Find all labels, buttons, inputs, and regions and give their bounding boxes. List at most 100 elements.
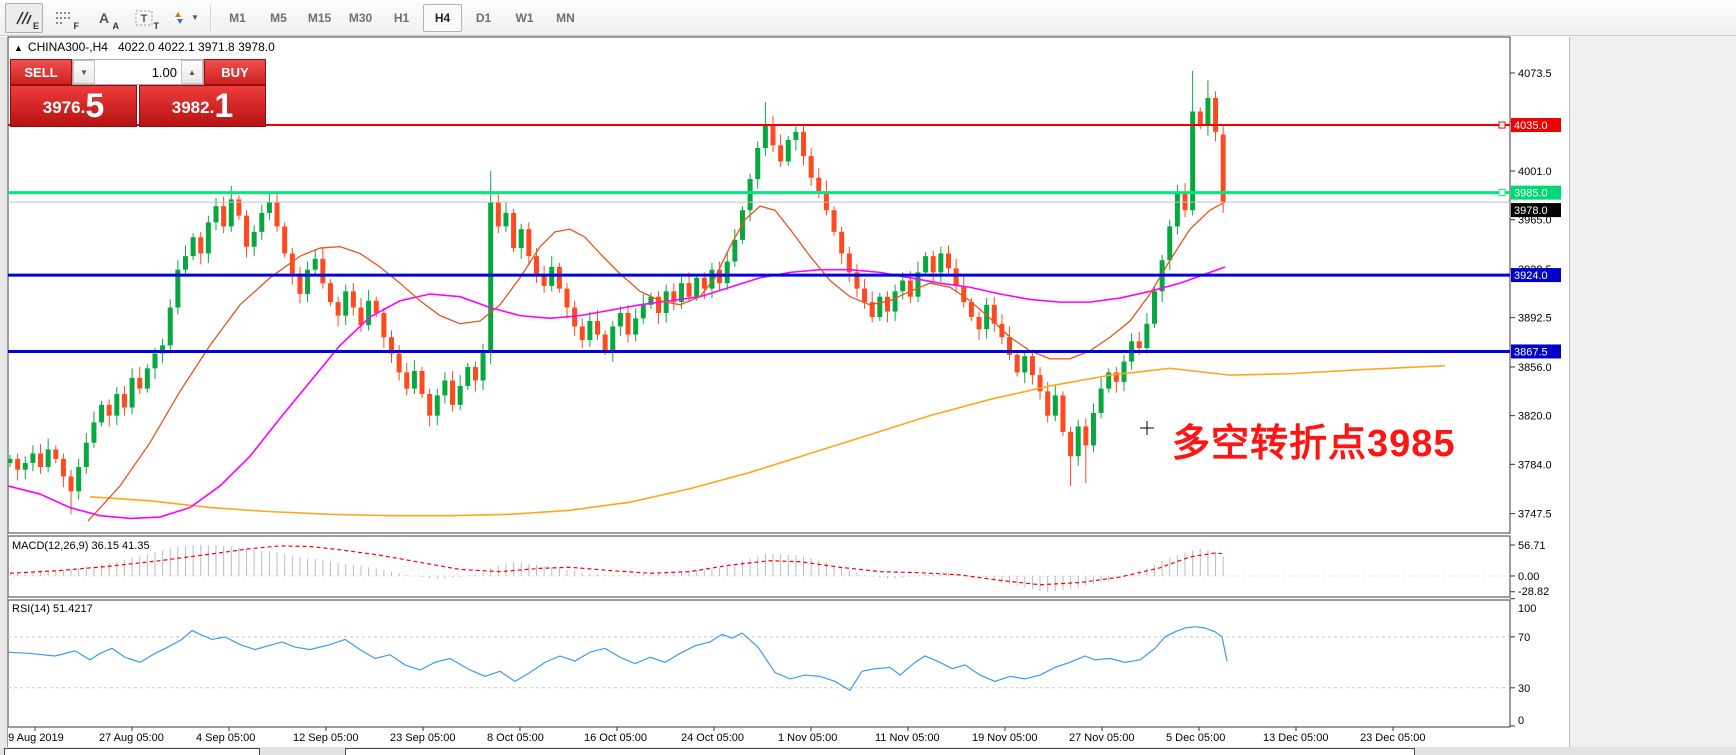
volume-stepper: ▼ ▲ bbox=[72, 59, 204, 85]
candle bbox=[53, 449, 59, 459]
ask-price-button[interactable]: 3982. 1 bbox=[139, 85, 266, 127]
candle bbox=[541, 275, 547, 286]
bid-price-small: 3976. bbox=[42, 98, 86, 117]
chart-title-bar: ▲ CHINA300-,H4 4022.0 4022.1 3971.8 3978.0 bbox=[14, 40, 275, 54]
candle bbox=[45, 449, 51, 468]
candle bbox=[7, 458, 13, 463]
candle bbox=[1152, 291, 1157, 324]
candle bbox=[198, 237, 204, 254]
candle bbox=[83, 442, 89, 468]
sort-arrows-icon[interactable]: ▼ bbox=[165, 3, 203, 33]
grid-f-icon[interactable]: F bbox=[45, 3, 83, 33]
candle bbox=[144, 368, 150, 389]
candle bbox=[961, 285, 967, 303]
candle bbox=[99, 404, 105, 423]
candle bbox=[778, 145, 784, 162]
candle bbox=[427, 394, 433, 416]
candle bbox=[190, 237, 196, 257]
svg-text:3978.0: 3978.0 bbox=[1514, 205, 1548, 217]
rsi-panel[interactable] bbox=[7, 599, 1511, 728]
ask-price-small: 3982. bbox=[171, 98, 215, 117]
svg-text:5 Dec 05:00: 5 Dec 05:00 bbox=[1166, 732, 1225, 744]
candle bbox=[1213, 98, 1219, 132]
candle bbox=[1121, 361, 1127, 382]
object-toolbar: E F A A T T ▼ bbox=[4, 2, 204, 33]
candle bbox=[472, 367, 478, 381]
candle bbox=[465, 367, 471, 386]
docked-panel-edge bbox=[4, 748, 260, 755]
candle bbox=[1197, 111, 1203, 126]
candle bbox=[381, 312, 387, 338]
volume-decrease-button[interactable]: ▼ bbox=[73, 60, 95, 84]
candle bbox=[121, 394, 127, 408]
svg-text:4001.0: 4001.0 bbox=[1518, 166, 1552, 178]
collapse-triangle-icon[interactable]: ▲ bbox=[14, 43, 23, 53]
volume-increase-button[interactable]: ▲ bbox=[181, 60, 203, 84]
candle bbox=[1075, 426, 1081, 457]
candle bbox=[182, 256, 188, 270]
timeframe-button-h1[interactable]: H1 bbox=[382, 4, 421, 32]
candle bbox=[755, 148, 761, 180]
svg-text:12 Sep 05:00: 12 Sep 05:00 bbox=[293, 732, 358, 744]
candle bbox=[1029, 356, 1035, 376]
window-left-frame bbox=[0, 37, 8, 755]
line-handle[interactable] bbox=[1498, 189, 1506, 197]
top-toolbar: E F A A T T ▼ M1 M5 M15 M30 H1 H4 D1 W1 MN bbox=[0, 0, 1736, 36]
line-handle[interactable] bbox=[1498, 121, 1506, 129]
timeframe-button-h4[interactable]: H4 bbox=[423, 3, 462, 32]
svg-text:19 Nov 05:00: 19 Nov 05:00 bbox=[972, 732, 1037, 744]
candle bbox=[205, 222, 211, 254]
candle bbox=[221, 206, 227, 227]
svg-text:56.71: 56.71 bbox=[1518, 540, 1546, 552]
candle bbox=[297, 273, 303, 295]
svg-text:0.00: 0.00 bbox=[1518, 571, 1539, 583]
candle bbox=[808, 156, 814, 178]
candle bbox=[732, 239, 738, 262]
svg-text:3784.0: 3784.0 bbox=[1518, 459, 1552, 471]
candle bbox=[503, 212, 509, 227]
sell-button[interactable]: SELL bbox=[10, 59, 72, 85]
timeframe-button-d1[interactable]: D1 bbox=[464, 4, 503, 32]
svg-text:3924.0: 3924.0 bbox=[1514, 270, 1548, 282]
timeframe-toolbar: M1 M5 M15 M30 H1 H4 D1 W1 MN bbox=[217, 3, 586, 32]
candle bbox=[76, 467, 82, 492]
chart-text-annotation[interactable]: 多空转折点3985 bbox=[1172, 412, 1456, 467]
buy-button[interactable]: BUY bbox=[204, 59, 266, 85]
timeframe-button-m1[interactable]: M1 bbox=[218, 4, 257, 32]
timeframe-button-w1[interactable]: W1 bbox=[505, 4, 544, 32]
svg-text:27 Nov 05:00: 27 Nov 05:00 bbox=[1069, 732, 1134, 744]
candle bbox=[450, 380, 456, 405]
candle bbox=[373, 300, 379, 313]
candle bbox=[556, 266, 562, 289]
svg-text:4073.5: 4073.5 bbox=[1518, 68, 1552, 80]
candle bbox=[343, 291, 349, 316]
candle bbox=[1014, 354, 1020, 373]
timeframe-button-m15[interactable]: M15 bbox=[300, 4, 339, 32]
icon-letter: A bbox=[112, 20, 120, 31]
candle bbox=[274, 202, 280, 227]
candle bbox=[350, 291, 356, 308]
macd-panel[interactable] bbox=[7, 535, 1511, 598]
timeframe-button-m30[interactable]: M30 bbox=[341, 4, 380, 32]
bid-price-button[interactable]: 3976. 5 bbox=[10, 85, 137, 127]
timeframe-button-m5[interactable]: M5 bbox=[259, 4, 298, 32]
candle bbox=[1022, 356, 1028, 373]
chart-pen-e-icon[interactable]: E bbox=[5, 2, 43, 33]
candle bbox=[579, 326, 585, 340]
candle bbox=[305, 269, 311, 295]
symbol-label: CHINA300-,H4 bbox=[27, 40, 108, 54]
letter-a-icon[interactable]: AA bbox=[85, 3, 123, 33]
svg-text:11 Nov 05:00: 11 Nov 05:00 bbox=[875, 732, 940, 744]
candle bbox=[610, 326, 616, 351]
svg-text:0: 0 bbox=[1518, 715, 1524, 727]
workspace-gap bbox=[1569, 37, 1736, 755]
candle bbox=[602, 334, 608, 351]
candle bbox=[884, 296, 890, 312]
candle bbox=[266, 202, 272, 213]
volume-input[interactable] bbox=[95, 63, 181, 81]
text-box-t-icon[interactable]: TT bbox=[125, 3, 163, 33]
timeframe-button-mn[interactable]: MN bbox=[546, 4, 585, 32]
candle bbox=[785, 139, 791, 162]
icon-letter: T bbox=[153, 20, 160, 31]
candle bbox=[770, 125, 776, 146]
